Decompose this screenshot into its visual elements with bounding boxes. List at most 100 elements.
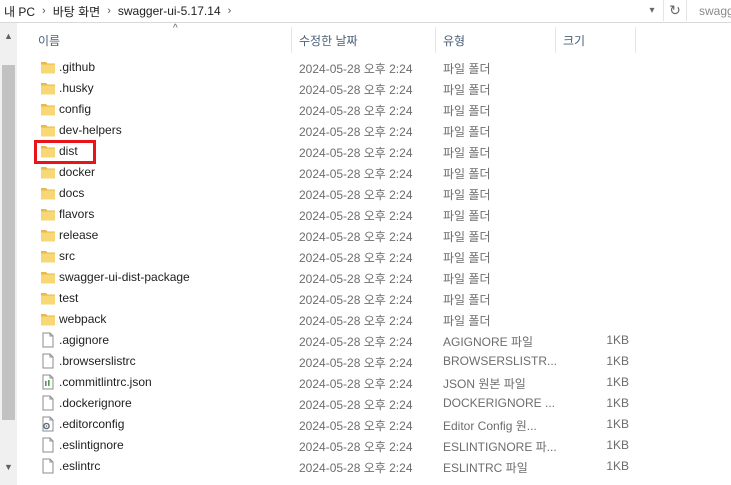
file-name: docs xyxy=(59,186,85,200)
file-name: docker xyxy=(59,165,96,179)
file-name: .eslintrc xyxy=(59,459,101,473)
folder-icon xyxy=(40,59,56,75)
folder-row[interactable]: config 2024-05-28 오후 2:24 파일 폴더 xyxy=(18,99,731,120)
file-size: 1KB xyxy=(606,354,629,368)
file-name: .dockerignore xyxy=(59,396,132,410)
file-icon xyxy=(40,458,56,474)
json-file-icon xyxy=(40,374,56,390)
file-icon xyxy=(40,332,56,348)
file-icon xyxy=(40,395,56,411)
file-type: 파일 폴더 xyxy=(443,62,491,76)
folder-row[interactable]: .github 2024-05-28 오후 2:24 파일 폴더 xyxy=(18,57,731,78)
column-header-type[interactable]: 유형 xyxy=(443,32,465,49)
file-name: swagger-ui-dist-package xyxy=(59,270,190,284)
file-type: 파일 폴더 xyxy=(443,251,491,265)
file-name: dev-helpers xyxy=(59,123,122,137)
folder-row[interactable]: dev-helpers 2024-05-28 오후 2:24 파일 폴더 xyxy=(18,120,731,141)
file-size: 1KB xyxy=(606,396,629,410)
file-row[interactable]: .dockerignore 2024-05-28 오후 2:24 DOCKERIGN… xyxy=(18,393,731,414)
column-header-bar: ^ 이름 수정한 날짜 유형 크기 xyxy=(18,23,731,55)
folder-icon xyxy=(40,227,56,243)
breadcrumb-separator-icon[interactable]: › xyxy=(225,5,235,17)
folder-row[interactable]: src 2024-05-28 오후 2:24 파일 폴더 xyxy=(18,246,731,267)
folder-icon xyxy=(40,185,56,201)
address-bar[interactable]: 내 PC › 바탕 화면 › swagger-ui-5.17.14 › ▾ ↻ … xyxy=(0,0,731,23)
folder-icon xyxy=(40,122,56,138)
folder-icon xyxy=(40,269,56,285)
scrollbar-thumb[interactable] xyxy=(2,65,15,420)
breadcrumb-separator-icon[interactable]: › xyxy=(39,5,49,17)
file-row[interactable]: .editorconfig 2024-05-28 오후 2:24 Editor Co… xyxy=(18,414,731,435)
search-input[interactable]: swagg xyxy=(693,1,731,21)
folder-row[interactable]: dist 2024-05-28 오후 2:24 파일 폴더 xyxy=(18,141,731,162)
breadcrumb-this-pc[interactable]: 내 PC xyxy=(0,3,39,20)
folder-icon xyxy=(40,101,56,117)
file-name: src xyxy=(59,249,75,263)
file-row[interactable]: .commitlintrc.json 2024-05-28 오후 2:24 JSON… xyxy=(18,372,731,393)
file-type: 파일 폴더 xyxy=(443,230,491,244)
file-row[interactable]: .eslintignore 2024-05-28 오후 2:24 ESLINTIGN… xyxy=(18,435,731,456)
folder-icon xyxy=(40,290,56,306)
highlight-box xyxy=(34,140,96,164)
refresh-icon[interactable]: ↻ xyxy=(663,0,687,21)
folder-row[interactable]: webpack 2024-05-28 오후 2:24 파일 폴더 xyxy=(18,309,731,330)
folder-icon xyxy=(40,311,56,327)
column-divider[interactable] xyxy=(291,27,292,53)
file-size: 1KB xyxy=(606,438,629,452)
folder-row[interactable]: .husky 2024-05-28 오후 2:24 파일 폴더 xyxy=(18,78,731,99)
file-name: config xyxy=(59,102,92,116)
column-divider[interactable] xyxy=(635,27,636,53)
file-size: 1KB xyxy=(606,375,629,389)
file-date-modified: 2024-05-28 오후 2:24 xyxy=(299,293,413,307)
vertical-scrollbar[interactable]: ▲ ▼ xyxy=(0,23,17,485)
file-date-modified: 2024-05-28 오후 2:24 xyxy=(299,356,413,370)
column-header-size[interactable]: 크기 xyxy=(563,32,585,49)
file-date-modified: 2024-05-28 오후 2:24 xyxy=(299,167,413,181)
folder-icon xyxy=(40,248,56,264)
file-date-modified: 2024-05-28 오후 2:24 xyxy=(299,314,413,328)
address-history-dropdown-icon[interactable]: ▾ xyxy=(641,0,663,21)
column-divider[interactable] xyxy=(435,27,436,53)
breadcrumb-separator-icon[interactable]: › xyxy=(104,5,114,17)
file-row[interactable]: .agignore 2024-05-28 오후 2:24 AGIGNORE 파일 1K… xyxy=(18,330,731,351)
folder-row[interactable]: test 2024-05-28 오후 2:24 파일 폴더 xyxy=(18,288,731,309)
breadcrumb: 내 PC › 바탕 화면 › swagger-ui-5.17.14 › xyxy=(0,0,234,22)
file-date-modified: 2024-05-28 오후 2:24 xyxy=(299,125,413,139)
file-date-modified: 2024-05-28 오후 2:24 xyxy=(299,251,413,265)
folder-row[interactable]: swagger-ui-dist-package 2024-05-28 오후 2:2… xyxy=(18,267,731,288)
file-date-modified: 2024-05-28 오후 2:24 xyxy=(299,188,413,202)
column-divider[interactable] xyxy=(555,27,556,53)
file-type: 파일 폴더 xyxy=(443,314,491,328)
file-size: 1KB xyxy=(606,459,629,473)
file-type: 파일 폴더 xyxy=(443,104,491,118)
folder-row[interactable]: flavors 2024-05-28 오후 2:24 파일 폴더 xyxy=(18,204,731,225)
file-icon xyxy=(40,437,56,453)
file-row[interactable]: .browserslistrc 2024-05-28 오후 2:24 BROWSER… xyxy=(18,351,731,372)
file-date-modified: 2024-05-28 오후 2:24 xyxy=(299,209,413,223)
file-date-modified: 2024-05-28 오후 2:24 xyxy=(299,62,413,76)
file-type: 파일 폴더 xyxy=(443,272,491,286)
file-row[interactable]: .eslintrc 2024-05-28 오후 2:24 ESLINTRC 파일 1K… xyxy=(18,456,731,477)
file-type: DOCKERIGNORE ... xyxy=(443,396,556,410)
file-type: ESLINTIGNORE 파... xyxy=(443,440,557,454)
folder-row[interactable]: docker 2024-05-28 오후 2:24 파일 폴더 xyxy=(18,162,731,183)
column-header-date[interactable]: 수정한 날짜 xyxy=(299,32,358,49)
file-icon xyxy=(40,353,56,369)
file-type: 파일 폴더 xyxy=(443,146,491,160)
breadcrumb-desktop[interactable]: 바탕 화면 xyxy=(49,3,105,20)
scroll-up-icon[interactable]: ▲ xyxy=(0,27,17,44)
file-name: .agignore xyxy=(59,333,110,347)
breadcrumb-current-folder[interactable]: swagger-ui-5.17.14 xyxy=(114,4,225,18)
file-name: .browserslistrc xyxy=(59,354,136,368)
file-name: .github xyxy=(59,60,96,74)
file-type: 파일 폴더 xyxy=(443,209,491,223)
file-date-modified: 2024-05-28 오후 2:24 xyxy=(299,83,413,97)
scroll-down-icon[interactable]: ▼ xyxy=(0,458,17,475)
file-type: AGIGNORE 파일 xyxy=(443,335,534,349)
folder-row[interactable]: release 2024-05-28 오후 2:24 파일 폴더 xyxy=(18,225,731,246)
file-date-modified: 2024-05-28 오후 2:24 xyxy=(299,272,413,286)
file-date-modified: 2024-05-28 오후 2:24 xyxy=(299,104,413,118)
folder-row[interactable]: docs 2024-05-28 오후 2:24 파일 폴더 xyxy=(18,183,731,204)
column-header-name[interactable]: 이름 xyxy=(38,32,60,49)
file-name: release xyxy=(59,228,99,242)
